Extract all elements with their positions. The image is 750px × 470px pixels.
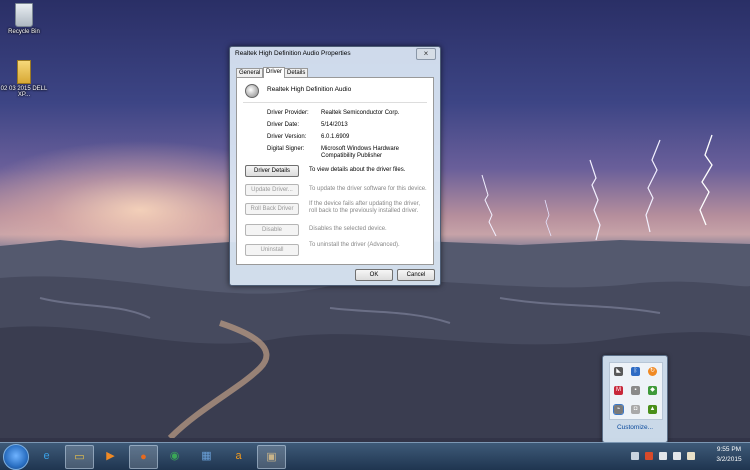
disable-description: Disables the selected device. [309, 226, 387, 232]
tray-icon-grid: ◣ ᛒ ↻ M ▪ ◆ ⌁ ◘ ▲ [609, 362, 663, 420]
dialog-title: Realtek High Definition Audio Properties [235, 50, 351, 57]
driver-details-button[interactable]: Driver Details [245, 165, 299, 177]
driver-version-value: 6.0.1.6909 [321, 134, 350, 140]
tab-driver[interactable]: Driver [263, 67, 285, 78]
amazon-icon: a [235, 450, 242, 462]
desktop-icon-folder[interactable]: 02 03 2015 DELL XP... [0, 60, 48, 98]
driver-date-value: 5/14/2013 [321, 122, 348, 128]
taskbar-button[interactable]: ▦ [193, 445, 220, 467]
taskbar-button[interactable]: ● [129, 445, 158, 469]
clock-date[interactable]: 3/2/2015 [712, 456, 746, 463]
taskbar-button[interactable]: ▣ [257, 445, 286, 469]
roll-back-driver-button[interactable]: Roll Back Driver [245, 203, 299, 215]
driver-provider-value: Realtek Semiconductor Corp. [321, 110, 400, 116]
driver-tab-panel: Realtek High Definition Audio Driver Pro… [236, 77, 434, 265]
digital-signer-label: Digital Signer: [267, 146, 305, 152]
taskbar: e ▭ ▶ ● ◉ ▦ a ▣ 9:55 PM 3/2/2015 [0, 442, 750, 470]
taskbar-button[interactable]: ▶ [97, 445, 124, 467]
taskbar-button[interactable]: a [225, 445, 252, 467]
internet-explorer-icon: e [43, 450, 50, 462]
volume-icon[interactable] [673, 452, 681, 460]
app-tray-icon[interactable] [645, 452, 653, 460]
notification-area-overflow: ◣ ᛒ ↻ M ▪ ◆ ⌁ ◘ ▲ Customize... [602, 355, 668, 443]
device-name: Realtek High Definition Audio [267, 86, 352, 93]
system-tray: 9:55 PM 3/2/2015 [628, 443, 750, 470]
update-icon[interactable]: ↻ [648, 367, 657, 376]
show-hidden-icons-icon[interactable] [631, 452, 639, 460]
start-button[interactable] [3, 444, 29, 470]
network-adapter-icon[interactable]: ⌁ [613, 404, 624, 415]
desktop-icon-label: Recycle Bin [8, 29, 40, 35]
security-icon[interactable]: ▪ [631, 386, 640, 395]
driver-details-description: To view details about the driver files. [309, 167, 406, 173]
device-manager-icon: ▣ [266, 451, 277, 463]
firefox-icon: ● [140, 451, 147, 463]
digital-signer-value: Microsoft Windows Hardware Compatibility… [321, 146, 400, 159]
file-explorer-icon: ▭ [74, 451, 85, 463]
close-button[interactable]: × [416, 48, 436, 60]
folder-icon [17, 60, 31, 84]
desktop-icon-recycle-bin[interactable]: Recycle Bin [0, 3, 48, 35]
antivirus-icon[interactable]: M [614, 386, 623, 395]
uninstall-button[interactable]: Uninstall [245, 244, 299, 256]
nvidia-icon[interactable]: ▲ [648, 405, 657, 414]
taskbar-button[interactable]: e [33, 445, 60, 467]
media-player-icon: ▶ [106, 450, 115, 462]
usb-icon[interactable]: ◘ [631, 405, 640, 414]
desktop-icon-label: 02 03 2015 DELL XP... [0, 86, 48, 98]
recycle-bin-icon [15, 3, 33, 27]
cancel-button[interactable]: Cancel [397, 269, 435, 281]
roll-back-driver-description: If the device fails after updating the d… [309, 201, 421, 214]
taskbar-button[interactable]: ▭ [65, 445, 94, 469]
ok-button[interactable]: OK [355, 269, 393, 281]
bluetooth-icon[interactable]: ᛒ [631, 367, 640, 376]
speaker-device-icon [245, 84, 259, 98]
customize-link[interactable]: Customize... [603, 424, 667, 431]
sync-icon[interactable]: ◆ [648, 386, 657, 395]
network-icon[interactable] [659, 452, 667, 460]
divider [243, 102, 427, 103]
update-driver-button[interactable]: Update Driver... [245, 184, 299, 196]
update-driver-description: To update the driver software for this d… [309, 186, 427, 192]
chrome-icon: ◉ [169, 450, 180, 462]
clock-time[interactable]: 9:55 PM [712, 446, 746, 453]
properties-dialog: Realtek High Definition Audio Properties… [229, 46, 441, 286]
disable-button[interactable]: Disable [245, 224, 299, 236]
driver-version-label: Driver Version: [267, 134, 307, 140]
driver-provider-label: Driver Provider: [267, 110, 309, 116]
flag-icon[interactable] [687, 452, 695, 460]
uninstall-description: To uninstall the driver (Advanced). [309, 242, 400, 248]
control-panel-icon: ▦ [201, 450, 212, 462]
driver-date-label: Driver Date: [267, 122, 300, 128]
tray-app-1-icon[interactable]: ◣ [614, 367, 623, 376]
taskbar-button[interactable]: ◉ [161, 445, 188, 467]
